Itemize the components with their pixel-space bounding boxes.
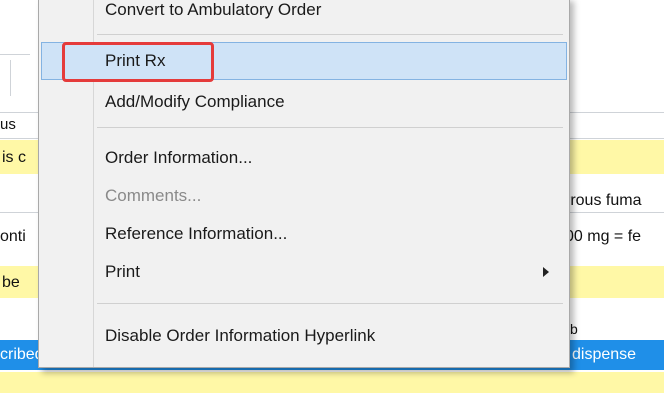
toolbar-separator — [10, 60, 11, 96]
column-header-status: us — [0, 116, 16, 133]
menu-item-comments: Comments... — [41, 177, 567, 215]
row-3-text-left: onti — [0, 228, 26, 245]
menu-item-label: Comments... — [105, 186, 202, 205]
menu-separator — [97, 127, 563, 128]
menu-separator — [97, 34, 563, 35]
row-1-text: is c — [2, 149, 26, 166]
menu-item-add-modify-compliance[interactable]: Add/Modify Compliance — [41, 83, 567, 121]
menu-item-print[interactable]: Print — [41, 253, 567, 291]
submenu-arrow-icon — [543, 267, 549, 277]
menu-item-label: Convert to Ambulatory Order — [105, 0, 322, 19]
menu-item-label: Print — [105, 262, 140, 281]
toolbar-divider — [0, 54, 30, 55]
menu-item-reference-information[interactable]: Reference Information... — [41, 215, 567, 253]
row-yellow-3[interactable] — [0, 372, 664, 393]
menu-item-label: Order Information... — [105, 148, 253, 167]
annotation-callout-box — [62, 42, 214, 82]
menu-item-label: Add/Modify Compliance — [105, 92, 285, 111]
row-5-text: b — [570, 321, 578, 337]
row-3-text-right: 00 mg = fe — [565, 228, 642, 245]
selected-row-detail: dispense — [572, 346, 637, 363]
menu-item-label: Reference Information... — [105, 224, 288, 243]
menu-item-disable-order-information-hyperlink[interactable]: Disable Order Information Hyperlink — [41, 317, 567, 355]
menu-separator — [97, 303, 563, 304]
menu-item-label: Disable Order Information Hyperlink — [105, 326, 376, 345]
row-2-text: rrous fuma — [565, 192, 642, 209]
menu-item-order-information[interactable]: Order Information... — [41, 139, 567, 177]
menu-item-convert-to-ambulatory-order[interactable]: Convert to Ambulatory Order — [41, 0, 567, 29]
row-4-text: be — [2, 274, 20, 291]
